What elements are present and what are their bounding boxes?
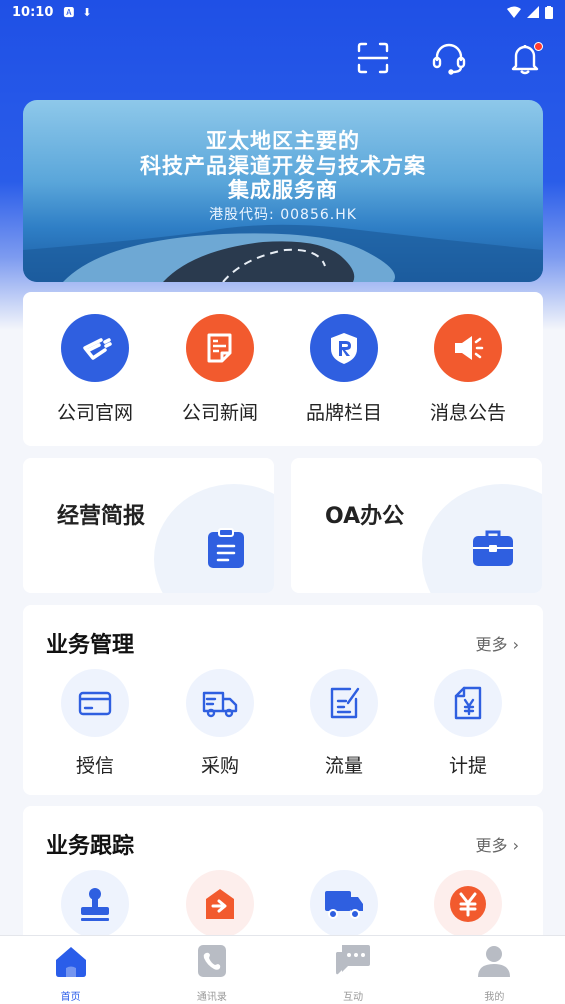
quick-link-label: 消息公告 xyxy=(429,402,506,424)
more-label: 更多 xyxy=(475,836,508,855)
biz-item-label: 流量 xyxy=(324,755,363,777)
customer-service-icon[interactable] xyxy=(431,40,467,76)
biz-item-credit[interactable]: 授信 xyxy=(33,669,157,778)
contacts-icon xyxy=(197,945,226,977)
business-more-link[interactable]: 更多 › xyxy=(475,631,519,655)
oa-office-card[interactable]: OA办公 xyxy=(291,458,542,593)
business-tracking-title: 业务跟踪 xyxy=(46,834,135,859)
edit-document-icon xyxy=(310,669,378,737)
biz-item-traffic[interactable]: 流量 xyxy=(282,669,406,778)
yuan-icon xyxy=(434,870,502,938)
tab-interaction[interactable]: 互动 xyxy=(283,936,424,1004)
biz-item-accrual[interactable]: 计提 xyxy=(406,669,530,778)
business-management-card: 业务管理 更多 › 授信 采购 流量 计提 xyxy=(23,605,543,795)
biz-item-label: 采购 xyxy=(200,755,239,777)
quick-link-news[interactable]: 公司新闻 xyxy=(158,314,282,425)
chevron-right-icon: › xyxy=(512,635,519,654)
yuan-document-icon xyxy=(434,669,502,737)
tab-label: 互动 xyxy=(343,992,364,1003)
truck-icon xyxy=(310,870,378,938)
notification-bell-icon[interactable] xyxy=(507,40,543,76)
export-icon xyxy=(186,870,254,938)
more-label: 更多 xyxy=(475,635,508,654)
quick-link-label: 品牌栏目 xyxy=(305,402,382,424)
quick-link-label: 公司官网 xyxy=(56,402,133,424)
credit-card-icon xyxy=(61,669,129,737)
status-time: 10:10 xyxy=(12,4,54,20)
business-report-card[interactable]: 经营简报 xyxy=(23,458,274,593)
track-item-stamp[interactable] xyxy=(33,870,157,938)
tracking-more-link[interactable]: 更多 › xyxy=(475,832,519,856)
tab-label: 首页 xyxy=(60,992,81,1003)
announcement-icon xyxy=(434,314,502,382)
chevron-right-icon: › xyxy=(512,836,519,855)
download-icon: ⬇ xyxy=(82,5,92,19)
track-item-logistics[interactable] xyxy=(282,870,406,938)
quick-link-label: 公司新闻 xyxy=(181,402,258,424)
wifi-icon xyxy=(507,6,521,18)
business-report-title: 经营简报 xyxy=(57,504,146,529)
biz-item-purchase[interactable]: 采购 xyxy=(158,669,282,778)
tab-label: 通讯录 xyxy=(196,992,227,1003)
biz-item-label: 计提 xyxy=(448,755,487,777)
stamp-icon xyxy=(61,870,129,938)
biz-item-label: 授信 xyxy=(75,755,114,777)
status-bar: 10:10 🅰 ⬇ xyxy=(0,0,565,24)
tab-contacts[interactable]: 通讯录 xyxy=(141,936,282,1004)
briefcase-icon xyxy=(473,530,513,566)
track-item-export[interactable] xyxy=(158,870,282,938)
chat-icon xyxy=(336,945,371,975)
home-icon xyxy=(55,947,86,977)
news-icon xyxy=(186,314,254,382)
business-management-title: 业务管理 xyxy=(46,633,135,658)
stock-code: 港股代码: 00856.HK xyxy=(209,207,357,223)
banner-line-3: 集成服务商 xyxy=(228,178,338,202)
notification-badge xyxy=(534,42,543,51)
quick-link-announcement[interactable]: 消息公告 xyxy=(406,314,530,425)
profile-icon xyxy=(478,946,511,977)
signal-icon xyxy=(527,6,539,18)
scan-icon[interactable] xyxy=(355,40,391,76)
tab-profile[interactable]: 我的 xyxy=(424,936,565,1004)
website-icon xyxy=(61,314,129,382)
quick-links-card: 公司官网 公司新闻 品牌栏目 消息公告 xyxy=(23,292,543,446)
promo-banner[interactable]: 亚太地区主要的 科技产品渠道开发与技术方案 集成服务商 港股代码: 00856.… xyxy=(23,100,543,282)
tab-home[interactable]: 首页 xyxy=(0,936,141,1004)
brand-icon xyxy=(310,314,378,382)
battery-icon xyxy=(545,5,553,19)
header-actions xyxy=(355,40,543,76)
delivery-truck-icon xyxy=(186,669,254,737)
quick-link-website[interactable]: 公司官网 xyxy=(33,314,157,425)
notification-a-icon: 🅰 xyxy=(63,6,75,19)
business-tracking-card: 业务跟踪 更多 › xyxy=(23,806,543,946)
oa-office-title: OA办公 xyxy=(325,504,405,529)
track-item-payment[interactable] xyxy=(406,870,530,938)
clipboard-icon xyxy=(208,528,244,568)
tab-label: 我的 xyxy=(484,992,505,1003)
quick-link-brand[interactable]: 品牌栏目 xyxy=(282,314,406,425)
bottom-tab-bar: 首页 通讯录 互动 我的 xyxy=(0,935,565,1004)
